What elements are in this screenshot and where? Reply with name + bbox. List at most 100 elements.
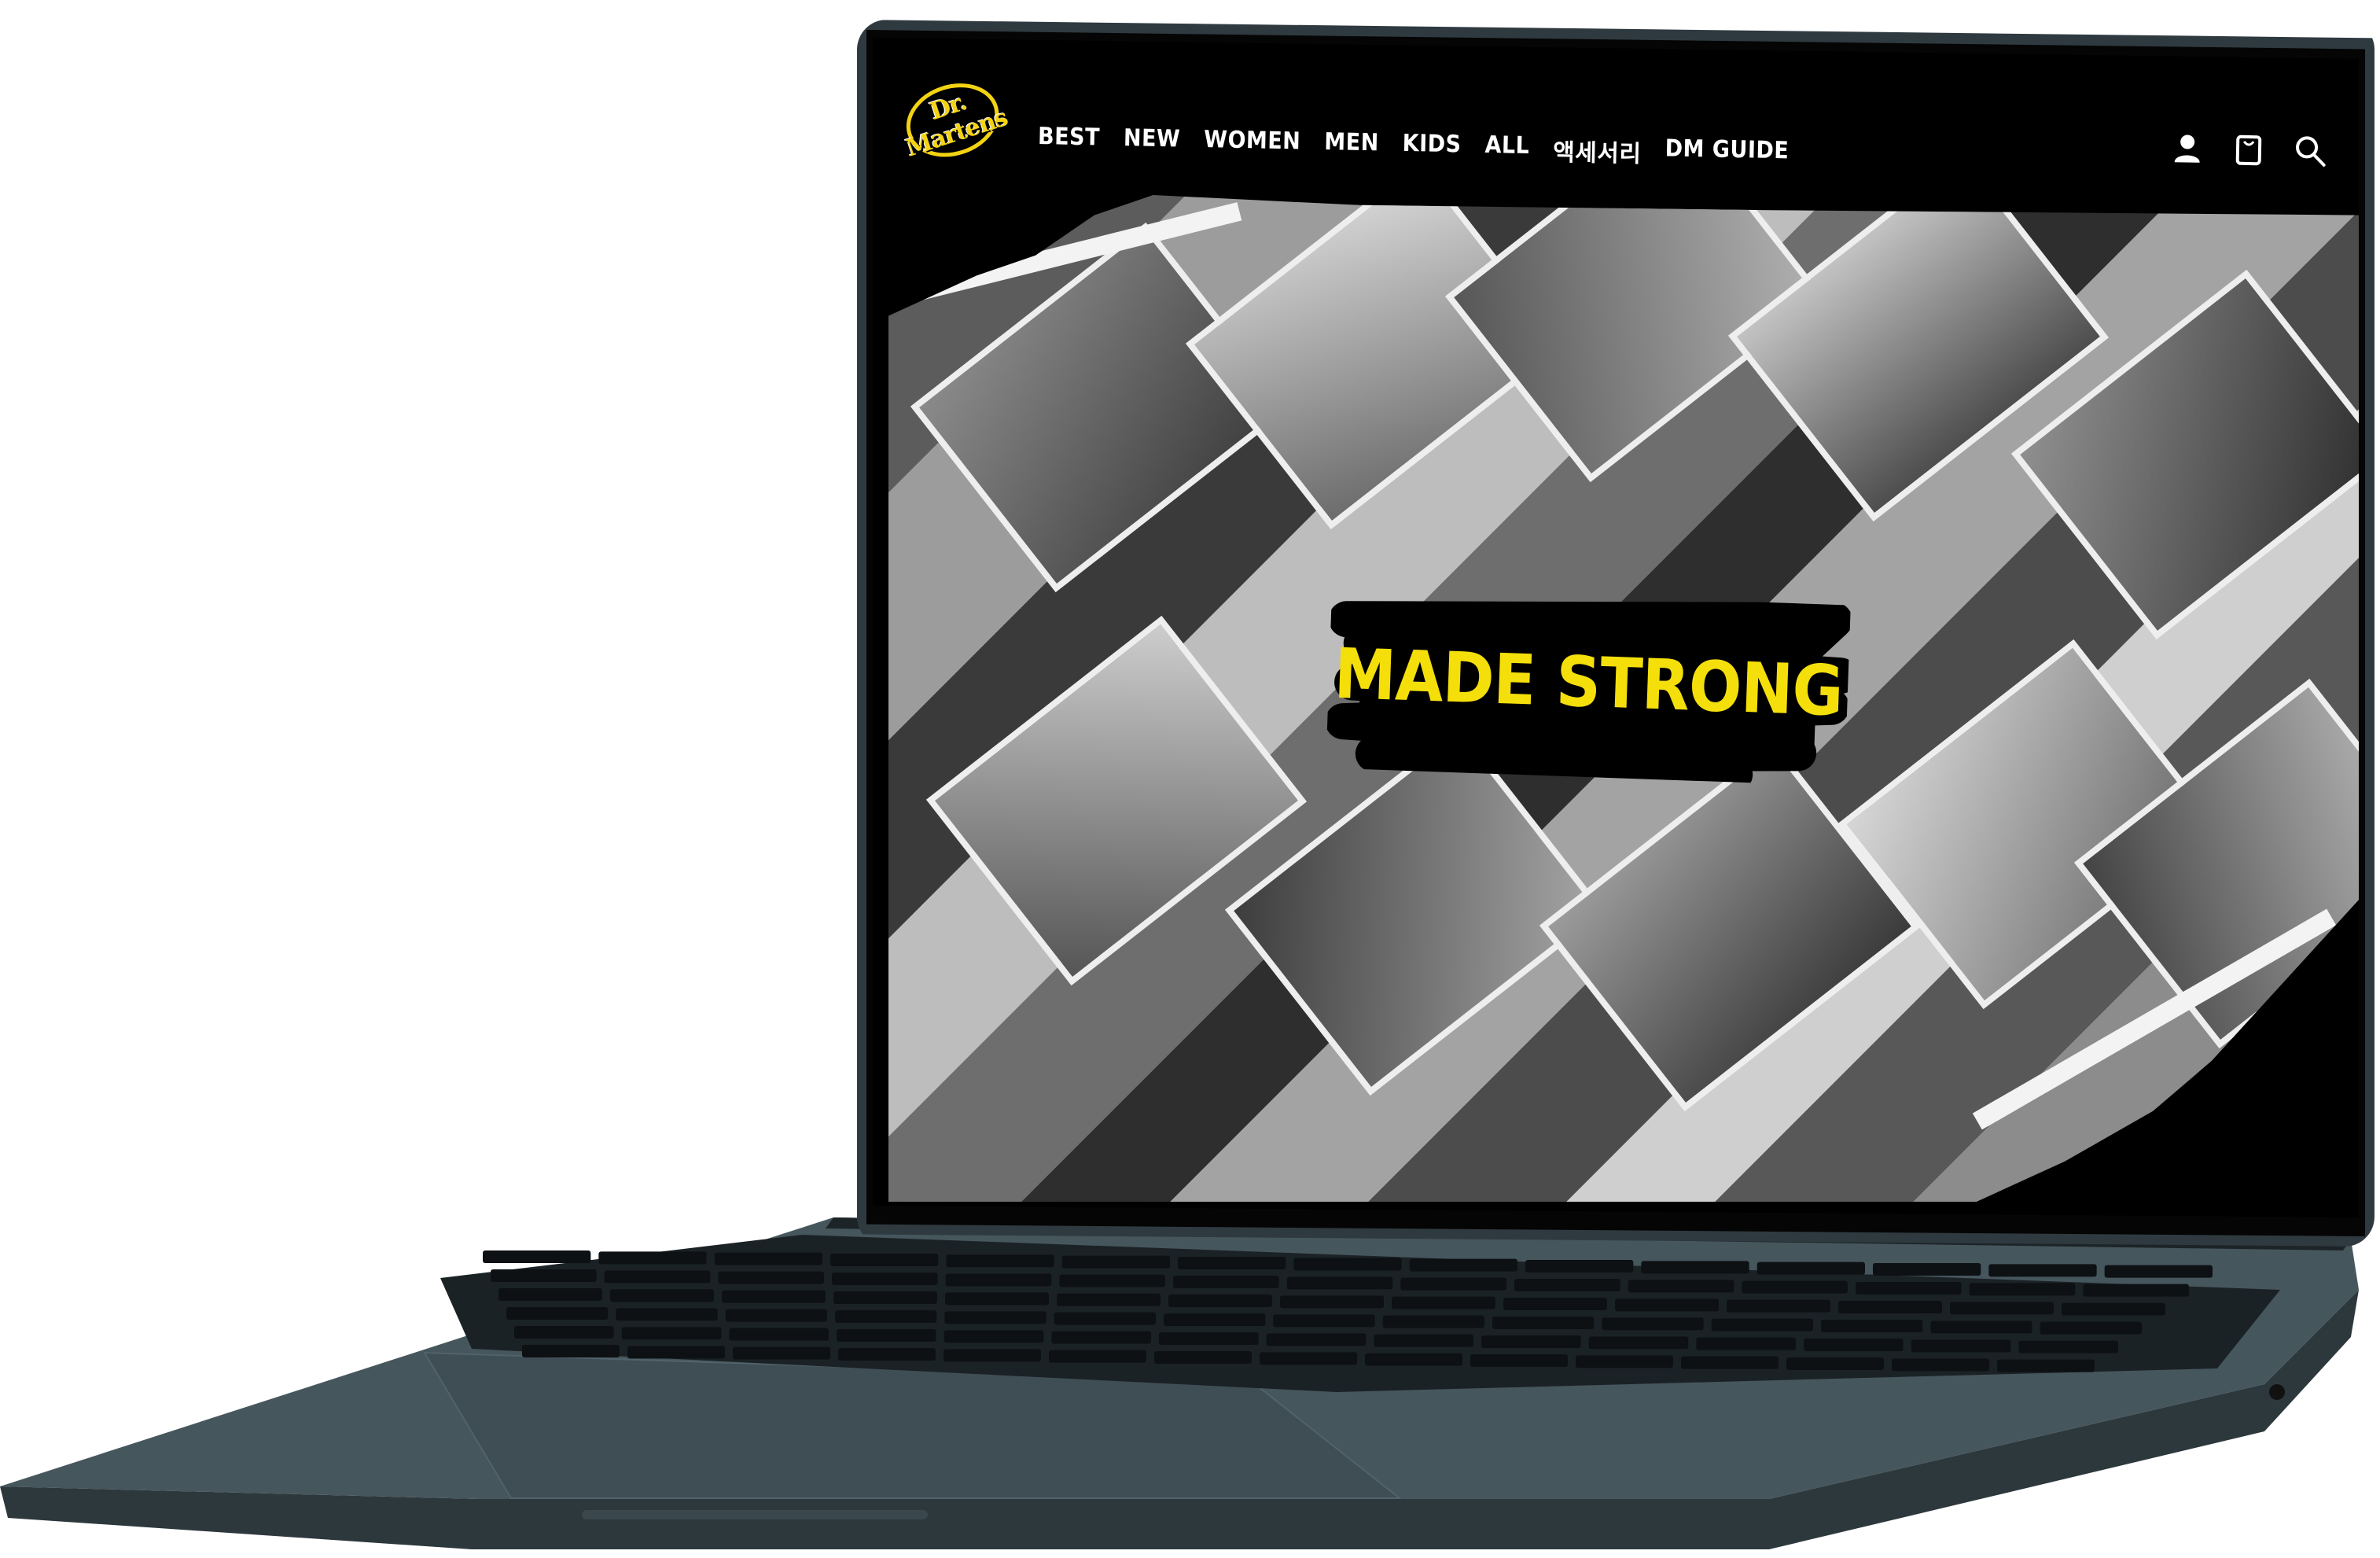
keyboard-key — [1615, 1298, 1719, 1312]
keyboard-key — [1930, 1320, 2032, 1334]
keyboard-key — [837, 1329, 936, 1342]
keyboard-key — [1178, 1257, 1286, 1269]
keyboard-key — [483, 1250, 591, 1263]
keyboard-key — [522, 1345, 620, 1357]
keyboard-key — [1059, 1274, 1165, 1287]
nav-link-women[interactable]: WOMEN — [1204, 126, 1301, 162]
keyboard-key — [1969, 1283, 2076, 1296]
keyboard-key — [1641, 1261, 1749, 1274]
keyboard-key — [733, 1346, 830, 1360]
keyboard-key — [491, 1269, 597, 1282]
nav-link-best[interactable]: BEST — [1038, 123, 1101, 159]
keyboard-key — [1838, 1301, 1942, 1313]
keyboard-key — [833, 1291, 937, 1304]
keyboard-key — [598, 1251, 707, 1265]
keyboard-key — [1727, 1299, 1830, 1313]
keyboard-key — [729, 1328, 829, 1341]
keyboard-key — [1382, 1315, 1484, 1328]
keyboard-key — [610, 1289, 714, 1302]
main-nav: BEST NEW WOMEN MEN KIDS ALL 액세서리 DM GUID… — [1038, 123, 1790, 171]
brand-logo[interactable]: Dr. Martens — [882, 47, 1021, 186]
keyboard-key — [514, 1326, 614, 1339]
keyboard-key — [621, 1327, 722, 1340]
keyboard-key — [1742, 1280, 1848, 1294]
keyboard-key — [1159, 1332, 1259, 1345]
keyboard-key — [506, 1307, 609, 1320]
keyboard-key — [725, 1309, 827, 1322]
front-notch — [582, 1510, 928, 1519]
keyboard-key — [1293, 1258, 1402, 1271]
keyboard-key — [1057, 1293, 1161, 1306]
keyboard-key — [1049, 1350, 1146, 1363]
keyboard-key — [1681, 1356, 1779, 1369]
keyboard-key — [2083, 1284, 2189, 1297]
keyboard-key — [1061, 1255, 1170, 1269]
keyboard-key — [1365, 1353, 1462, 1366]
keyboard-key — [944, 1330, 1044, 1343]
keyboard-key — [945, 1292, 1049, 1306]
keyboard-key — [1392, 1296, 1495, 1309]
keyboard-key — [1786, 1357, 1884, 1370]
hero-headline: MADE STRONG — [1333, 632, 1845, 732]
hero-headline-block: MADE STRONG — [1326, 587, 1851, 786]
keyboard-key — [1273, 1314, 1375, 1328]
keyboard-key — [604, 1270, 711, 1284]
keyboard-key — [1525, 1260, 1634, 1273]
keyboard-key — [838, 1348, 936, 1361]
keyboard-key — [2104, 1265, 2213, 1278]
nav-link-accessories[interactable]: 액세서리 — [1553, 133, 1642, 169]
keyboard-key — [945, 1273, 1052, 1287]
nav-link-kids[interactable]: KIDS — [1402, 130, 1461, 165]
nav-link-men[interactable]: MEN — [1324, 128, 1379, 164]
keyboard-key — [1576, 1355, 1673, 1368]
keyboard-key — [830, 1254, 939, 1266]
laptop-screen: Dr. Martens BEST NEW WOMEN MEN KIDS ALL … — [873, 38, 2359, 1217]
keyboard-key — [1280, 1295, 1384, 1309]
nav-link-dm-guide[interactable]: DM GUIDE — [1665, 134, 1789, 171]
search-icon[interactable] — [2293, 133, 2328, 168]
keyboard-key — [946, 1254, 1054, 1268]
keyboard-key — [1051, 1331, 1151, 1344]
keyboard-key — [1756, 1262, 1865, 1275]
keyboard-key — [1481, 1335, 1581, 1348]
keyboard-key — [944, 1349, 1041, 1362]
keyboard-key — [1374, 1334, 1473, 1347]
keyboard-key — [1873, 1263, 1981, 1276]
keyboard-key — [1260, 1352, 1357, 1365]
side-port — [2269, 1384, 2285, 1400]
keyboard-key — [1054, 1312, 1156, 1325]
keyboard-key — [1154, 1351, 1252, 1364]
keyboard-key — [1988, 1264, 2097, 1277]
keyboard-key — [1470, 1354, 1568, 1367]
nav-link-all[interactable]: ALL — [1484, 131, 1529, 167]
keyboard-key — [1950, 1302, 2054, 1315]
keyboard-key — [718, 1271, 824, 1284]
keyboard-key — [2062, 1302, 2165, 1316]
keyboard-key — [1892, 1358, 1989, 1372]
keyboard-key — [2018, 1340, 2118, 1354]
keyboard-key — [627, 1346, 725, 1359]
keyboard-key — [1588, 1336, 1689, 1350]
keyboard-key — [835, 1310, 937, 1323]
keyboard-key — [722, 1290, 826, 1303]
keyboard-key — [1711, 1318, 1813, 1331]
keyboard-key — [832, 1273, 938, 1285]
bag-icon[interactable] — [2231, 132, 2267, 168]
account-icon[interactable] — [2170, 131, 2205, 166]
keyboard-key — [1602, 1317, 1704, 1331]
keyboard-key — [1266, 1333, 1367, 1346]
keyboard-key — [1997, 1359, 2095, 1372]
keyboard-key — [1400, 1277, 1506, 1291]
keyboard-key — [1492, 1317, 1595, 1329]
keyboard-key — [1628, 1280, 1734, 1293]
keyboard-key — [1804, 1339, 1904, 1351]
keyboard-key — [1514, 1279, 1620, 1291]
hero-banner[interactable]: MADE STRONG — [888, 195, 2359, 1202]
nav-link-new[interactable]: NEW — [1123, 124, 1181, 160]
site-header: Dr. Martens BEST NEW WOMEN MEN KIDS ALL … — [873, 38, 2359, 187]
keyboard-key — [616, 1308, 718, 1321]
keyboard-key — [1821, 1320, 1923, 1332]
keyboard-key — [1164, 1313, 1266, 1326]
keyboard-key — [1168, 1295, 1272, 1307]
keyboard-key — [1911, 1339, 2011, 1353]
